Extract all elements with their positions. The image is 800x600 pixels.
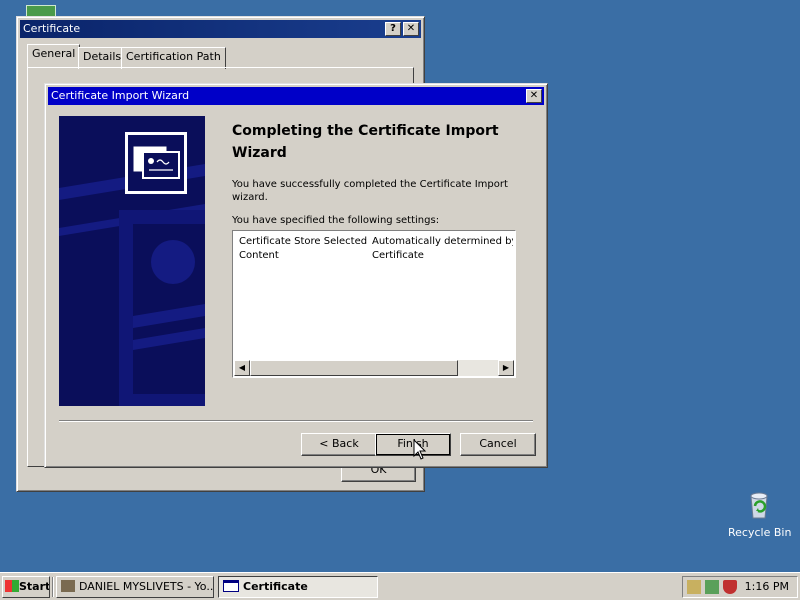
wizard-heading: Completing the Certificate Import Wizard bbox=[232, 123, 499, 161]
settings-list: Certificate Store Selected Automatically … bbox=[235, 233, 513, 359]
wizard-banner bbox=[59, 116, 205, 406]
recycle-bin[interactable]: Recycle Bin bbox=[728, 488, 792, 544]
help-button[interactable]: ? bbox=[385, 22, 401, 36]
certificate-icon bbox=[125, 132, 187, 194]
scroll-thumb[interactable] bbox=[250, 360, 458, 376]
start-button[interactable]: Start bbox=[2, 576, 50, 598]
browser-icon bbox=[61, 580, 75, 592]
wizard-titlebar[interactable]: Certificate Import Wizard ✕ bbox=[48, 87, 544, 105]
setting-row: Content Certificate bbox=[239, 249, 424, 263]
scroll-right-button[interactable]: ▶ bbox=[498, 360, 514, 376]
tray-icon[interactable] bbox=[705, 580, 719, 594]
scroll-left-button[interactable]: ◀ bbox=[234, 360, 250, 376]
taskbar: Start DANIEL MYSLIVETS - Yo... Certifica… bbox=[0, 572, 800, 600]
tray-icon[interactable] bbox=[687, 580, 701, 594]
setting-name: Content bbox=[239, 250, 279, 261]
certificate-title: Certificate bbox=[23, 22, 81, 35]
wizard-separator bbox=[59, 420, 533, 422]
horizontal-scrollbar[interactable]: ◀ ▶ bbox=[234, 360, 514, 376]
recycle-bin-icon bbox=[750, 492, 768, 519]
clock[interactable]: 1:16 PM bbox=[745, 580, 789, 593]
window-icon bbox=[223, 580, 239, 592]
certificate-titlebar[interactable]: Certificate ? ✕ bbox=[20, 20, 421, 38]
shield-icon[interactable] bbox=[723, 580, 737, 594]
setting-value: Automatically determined by t bbox=[372, 236, 513, 247]
setting-name: Certificate Store Selected bbox=[239, 236, 368, 247]
tab-certification-path[interactable]: Certification Path bbox=[121, 47, 226, 69]
tab-details[interactable]: Details bbox=[78, 47, 127, 69]
back-button[interactable]: < Back bbox=[301, 433, 377, 456]
taskbar-divider bbox=[52, 577, 54, 597]
setting-row: Certificate Store Selected Automatically … bbox=[239, 235, 513, 249]
import-wizard-window: Certificate Import Wizard ✕ Completing t bbox=[44, 83, 548, 468]
wizard-success-text: You have successfully completed the Cert… bbox=[232, 179, 508, 203]
mouse-cursor-icon bbox=[413, 439, 427, 460]
taskbar-item-active[interactable]: Certificate bbox=[218, 576, 378, 598]
taskbar-item-label: Certificate bbox=[243, 580, 308, 593]
settings-label: You have specified the following setting… bbox=[232, 215, 440, 226]
windows-logo-icon bbox=[5, 580, 19, 592]
recycle-bin-label: Recycle Bin bbox=[728, 526, 792, 539]
tab-general[interactable]: General bbox=[27, 44, 81, 68]
system-tray: 1:16 PM bbox=[682, 576, 798, 598]
close-button[interactable]: ✕ bbox=[403, 22, 419, 36]
taskbar-item[interactable]: DANIEL MYSLIVETS - Yo... bbox=[56, 576, 214, 598]
start-label: Start bbox=[19, 580, 50, 593]
wizard-title: Certificate Import Wizard bbox=[51, 89, 190, 102]
taskbar-item-label: DANIEL MYSLIVETS - Yo... bbox=[79, 580, 214, 593]
settings-listbox[interactable]: Certificate Store Selected Automatically … bbox=[232, 230, 516, 378]
wizard-close-button[interactable]: ✕ bbox=[526, 89, 542, 103]
cancel-button[interactable]: Cancel bbox=[460, 433, 536, 456]
setting-value: Certificate bbox=[372, 250, 424, 261]
